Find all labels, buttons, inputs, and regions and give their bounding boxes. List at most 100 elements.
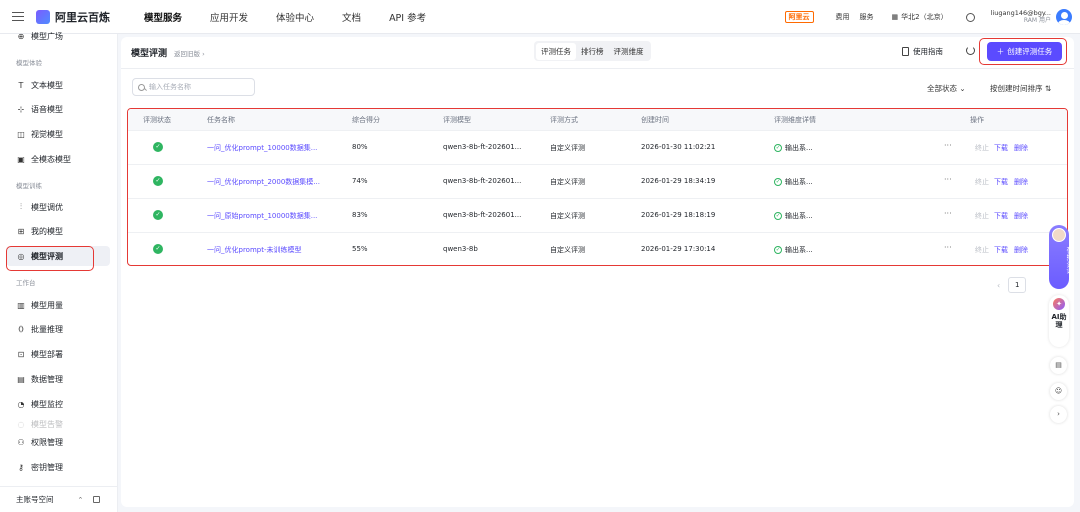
download-button[interactable]: 下载	[994, 211, 1008, 221]
table-header: 评测状态 任务名称 综合得分 评测模型 评测方式 创建时间 评测维度详情 操作	[128, 109, 1067, 130]
user-info[interactable]: liugang146@bgy... RAM 用户	[991, 9, 1051, 25]
task-name-link[interactable]: 一问_优化prompt_10000数据集...	[207, 143, 317, 153]
data-icon: ▤	[17, 374, 25, 384]
brand-name: 阿里云百炼	[55, 10, 110, 24]
task-name-link[interactable]: 一问_优化prompt-未训练模型	[207, 245, 301, 255]
check-circle-icon: ✓	[774, 178, 782, 186]
top-nav: 模型服务 应用开发 体验中心 文档 API 参考	[144, 10, 454, 24]
dim-detail-cell[interactable]: ✓ 输出系...	[774, 211, 813, 221]
sidebar-item-alert[interactable]: ◌ 模型告警	[6, 414, 110, 434]
delete-button[interactable]: 删除	[1014, 245, 1028, 255]
user-role: RAM 用户	[1023, 17, 1051, 25]
highlight-box-sidebar	[6, 246, 94, 271]
more-icon[interactable]: ···	[944, 141, 952, 150]
waveform-icon: ⊹	[17, 104, 25, 114]
more-icon[interactable]: ···	[944, 243, 952, 252]
top-bar: 阿里云百炼 模型服务 应用开发 体验中心 文档 API 参考 阿里云 费用 服务…	[0, 0, 1080, 34]
nav-model-service[interactable]: 模型服务	[144, 10, 182, 24]
guide-button[interactable]: 使用指南	[902, 46, 943, 57]
method-cell: 自定义评测	[550, 144, 585, 152]
check-circle-icon: ✓	[774, 144, 782, 152]
stop-button[interactable]: 终止	[975, 177, 989, 187]
stop-button[interactable]: 终止	[975, 143, 989, 153]
stop-button[interactable]: 终止	[975, 211, 989, 221]
chevron-down-icon: ⌄	[959, 84, 966, 93]
gear-icon[interactable]	[965, 12, 975, 22]
sidebar-item-text-model[interactable]: T 文本模型	[6, 75, 110, 95]
tab-eval-tasks[interactable]: 评测任务	[536, 42, 576, 60]
document-float-icon[interactable]: ▤	[1050, 357, 1067, 374]
brand-logo-icon	[36, 9, 50, 24]
download-button[interactable]: 下载	[994, 245, 1008, 255]
tab-leaderboard[interactable]: 排行榜	[576, 43, 609, 60]
chevron-right-icon[interactable]: ›	[1050, 406, 1067, 423]
ai-sparkle-icon: ✦	[1053, 298, 1065, 310]
sidebar-item-model-square[interactable]: ⊕ 模型广场	[6, 26, 110, 46]
col-score: 综合得分	[352, 116, 380, 124]
sort-selector[interactable]: 按创建时间排序 ⇅	[990, 83, 1051, 94]
nav-app-dev[interactable]: 应用开发	[210, 10, 248, 24]
search-box[interactable]	[132, 78, 255, 96]
tab-dimensions[interactable]: 评测维度	[609, 43, 649, 60]
bell-icon: ◌	[17, 419, 25, 429]
chevron-up-icon[interactable]: ⌃	[78, 496, 84, 504]
model-cell: qwen3-8b-ft-202601...	[443, 177, 522, 185]
more-icon[interactable]: ···	[944, 175, 952, 184]
sidebar-item-label: 批量推理	[31, 324, 63, 334]
region-label: 华北2（北京）	[901, 13, 948, 21]
nav-docs[interactable]: 文档	[342, 10, 361, 24]
sidebar-item-finetune[interactable]: ⫶ 模型调优	[6, 197, 110, 217]
feedback-smile-icon[interactable]: ☺	[1050, 383, 1067, 400]
created-cell: 2026-01-29 18:34:19	[641, 177, 716, 185]
refresh-icon[interactable]	[966, 46, 975, 55]
task-name-link[interactable]: 一问_原始prompt_10000数据集...	[207, 211, 317, 221]
ai-assistant-widget[interactable]: ✦ AI助理	[1049, 295, 1069, 347]
table-row: ✓ 一问_优化prompt_2000数据集模... 74% qwen3-8b-f…	[128, 164, 1067, 198]
dim-detail-cell[interactable]: ✓ 输出系...	[774, 245, 813, 255]
workspace-switcher[interactable]: 主账号空间 ⌃	[0, 486, 118, 512]
aliyun-badge[interactable]: 阿里云	[784, 11, 814, 23]
sidebar-item-my-models[interactable]: ⊞ 我的模型	[6, 221, 110, 241]
nav-api-ref[interactable]: API 参考	[389, 10, 426, 24]
stop-button[interactable]: 终止	[975, 245, 989, 255]
sidebar-item-vision-model[interactable]: ◫ 视觉模型	[6, 124, 110, 144]
delete-button[interactable]: 删除	[1014, 143, 1028, 153]
sidebar-item-batch[interactable]: ⦅⦆ 批量推理	[6, 319, 110, 339]
sidebar-item-voice-model[interactable]: ⊹ 语音模型	[6, 99, 110, 119]
sidebar-item-deploy[interactable]: ⊡ 模型部署	[6, 344, 110, 364]
billing-link[interactable]: 费用	[836, 12, 850, 22]
download-button[interactable]: 下载	[994, 143, 1008, 153]
download-button[interactable]: 下载	[994, 177, 1008, 187]
delete-button[interactable]: 删除	[1014, 211, 1028, 221]
service-link[interactable]: 服务	[860, 12, 874, 22]
prev-page-icon[interactable]: ‹	[997, 281, 1000, 290]
more-icon[interactable]: ···	[944, 209, 952, 218]
dim-detail-cell[interactable]: ✓ 输出系...	[774, 177, 813, 187]
model-cell: qwen3-8b	[443, 245, 478, 253]
page-number[interactable]: 1	[1008, 277, 1027, 293]
sidebar-item-permission[interactable]: ⚇ 权限管理	[6, 432, 110, 452]
sidebar-item-data[interactable]: ▤ 数据管理	[6, 369, 110, 389]
avatar[interactable]	[1056, 9, 1072, 25]
menu-icon[interactable]	[12, 12, 24, 21]
delete-button[interactable]: 删除	[1014, 177, 1028, 187]
nav-experience[interactable]: 体验中心	[276, 10, 314, 24]
sidebar-item-label: 模型部署	[31, 349, 63, 359]
success-check-icon: ✓	[153, 244, 163, 254]
sliders-icon: ⫶	[20, 202, 22, 211]
sidebar-item-keys[interactable]: ⚷ 密钥管理	[6, 457, 110, 477]
sidebar-item-monitor[interactable]: ◔ 模型监控	[6, 394, 110, 414]
back-old-version-link[interactable]: 返回旧版 ›	[174, 48, 205, 58]
status-filter[interactable]: 全部状态 ⌄	[927, 83, 966, 94]
score-cell: 74%	[352, 177, 368, 185]
sidebar-item-usage[interactable]: ▥ 模型用量	[6, 295, 110, 315]
brand-logo[interactable]: 阿里云百炼	[36, 9, 110, 25]
check-circle-icon: ✓	[774, 246, 782, 254]
region-selector[interactable]: ▦ 华北2（北京）	[892, 12, 948, 22]
dim-detail-cell[interactable]: ✓ 输出系...	[774, 143, 813, 153]
task-name-link[interactable]: 一问_优化prompt_2000数据集模...	[207, 177, 320, 187]
collapse-sidebar-icon[interactable]	[93, 496, 101, 503]
online-consult-widget[interactable]: 在线咨询	[1049, 225, 1074, 289]
sidebar-item-omni-model[interactable]: ▣ 全模态模型	[6, 149, 110, 169]
search-input[interactable]	[149, 83, 249, 91]
